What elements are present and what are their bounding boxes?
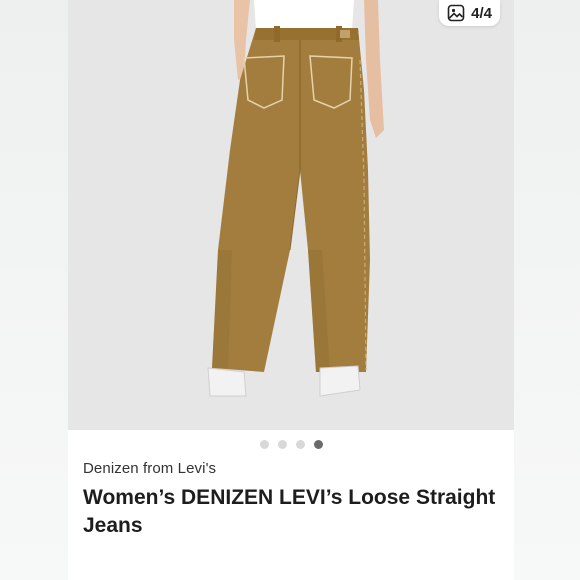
product-title: Women’s DENIZEN LEVI’s Loose Straight Je… <box>83 486 496 537</box>
product-brand[interactable]: Denizen from Levi's <box>83 460 216 477</box>
right-backdrop <box>514 0 580 580</box>
left-backdrop <box>0 0 68 580</box>
image-counter-text: 4/4 <box>471 4 492 22</box>
product-image[interactable]: 4/4 <box>68 0 514 430</box>
image-icon <box>447 4 465 22</box>
carousel-dot-4[interactable] <box>313 440 323 449</box>
carousel-pagination <box>68 440 514 449</box>
pants-illustration <box>207 0 384 397</box>
product-info-card: Denizen from Levi's Women’s DENIZEN LEVI… <box>68 430 514 580</box>
carousel-dot-1[interactable] <box>259 440 269 449</box>
carousel-dot-3[interactable] <box>295 440 305 449</box>
carousel-dot-2[interactable] <box>277 440 287 449</box>
image-counter-badge[interactable]: 4/4 <box>439 0 500 26</box>
